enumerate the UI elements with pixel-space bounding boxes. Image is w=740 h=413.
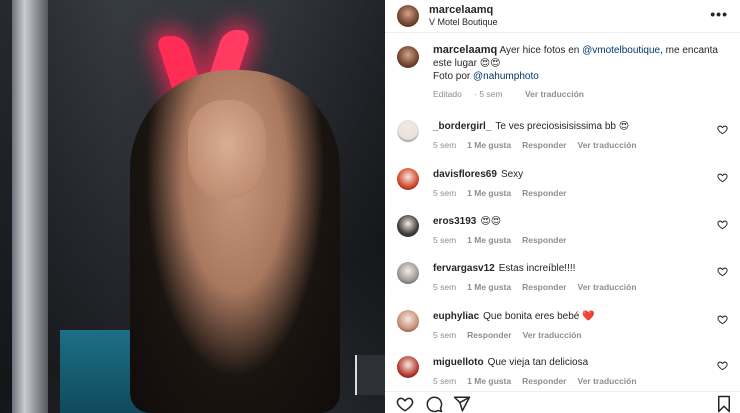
comment-username[interactable]: eros3193 [433,216,476,227]
comment-time: 5 sem [433,140,457,150]
caption-meta: Editado · 5 sem Ver traducción [433,89,732,99]
comment-text: euphyliac Que bonita eres bebé ❤️ [433,310,732,323]
heart-icon[interactable] [396,395,414,413]
bookmark-icon[interactable] [715,395,733,413]
translate-link[interactable]: Ver traducción [578,376,637,386]
avatar[interactable] [397,310,419,332]
comment-text: fervargasv12 Estas increíble!!!! [433,262,732,275]
comment-username[interactable]: _bordergirl_ [433,121,491,132]
reply-button[interactable]: Responder [522,376,566,386]
translate-link[interactable]: Ver traducción [525,89,584,99]
comment-likes[interactable]: 1 Me gusta [467,282,511,292]
post-photo[interactable] [0,0,385,413]
avatar[interactable] [397,215,419,237]
translate-link[interactable]: Ver traducción [523,330,582,340]
heart-icon[interactable] [717,360,728,371]
comment-meta: 5 sem 1 Me gusta Responder Ver traducción [433,376,732,386]
caption-text-part: Ayer hice fotos en [499,45,583,56]
caption-text: marcelaamq Ayer hice fotos en @vmotelbou… [433,44,732,83]
comment-body: 😍😍 [480,216,502,227]
person-face [188,100,266,200]
translate-link[interactable]: Ver traducción [578,140,637,150]
comment-time: 5 sem [433,188,457,198]
comment-row: euphyliac Que bonita eres bebé ❤️ 5 sem Res… [397,310,732,340]
comment-text: miguelloto Que vieja tan deliciosa [433,356,732,369]
mention-link[interactable]: @vmotelboutique [582,45,660,56]
reply-button[interactable]: Responder [522,140,566,150]
comment-meta: 5 sem 1 Me gusta Responder Ver traducción [433,140,732,150]
heart-icon[interactable] [717,219,728,230]
comment-row: davisflores69 Sexy 5 sem 1 Me gusta Responde… [397,168,732,198]
header-names: marcelaamq V Motel Boutique [429,4,498,28]
avatar[interactable] [397,168,419,190]
comment-meta: 5 sem 1 Me gusta Responder Ver traducción [433,282,732,292]
heart-icon[interactable] [717,266,728,277]
post-panel: marcelaamq V Motel Boutique ••• marcelaa… [385,0,740,413]
comment-row: miguelloto Que vieja tan deliciosa 5 sem 1 … [397,356,732,386]
comment-likes[interactable]: 1 Me gusta [467,188,511,198]
comment-likes[interactable]: 1 Me gusta [467,235,511,245]
comment-meta: 5 sem 1 Me gusta Responder [433,188,732,198]
comment-username[interactable]: davisflores69 [433,169,497,180]
reply-button[interactable]: Responder [522,235,566,245]
caption-username[interactable]: marcelaamq [433,44,497,56]
comment-body: Sexy [500,169,524,180]
reply-button[interactable]: Responder [522,282,566,292]
comment-meta: 5 sem Responder Ver traducción [433,330,732,340]
heart-icon[interactable] [717,314,728,325]
pole [12,0,48,413]
comment-text: davisflores69 Sexy [433,168,732,181]
comment-time: 5 sem [433,330,457,340]
avatar[interactable] [397,5,419,27]
translate-link[interactable]: Ver traducción [578,282,637,292]
reply-button[interactable]: Responder [522,188,566,198]
comment-username[interactable]: miguelloto [433,357,484,368]
comment-time: 5 sem [433,376,457,386]
edited-label: Editado · 5 sem [433,89,503,99]
avatar[interactable] [397,46,419,68]
post-header: marcelaamq V Motel Boutique ••• [385,0,740,33]
comment-icon[interactable] [425,395,443,413]
caption: marcelaamq Ayer hice fotos en @vmotelbou… [397,44,732,99]
comment-body: Te ves preciosisisissima bb 😍 [495,121,630,132]
comment-body: Estas increíble!!!! [498,263,576,274]
comment-username[interactable]: euphyliac [433,311,479,322]
wall-sign [355,355,385,395]
avatar[interactable] [397,356,419,378]
comment-meta: 5 sem 1 Me gusta Responder [433,235,732,245]
comment-time: 5 sem [433,282,457,292]
caption-text-part: Foto por [433,71,474,82]
comment-time: 5 sem [433,235,457,245]
comment-likes[interactable]: 1 Me gusta [467,376,511,386]
heart-icon[interactable] [717,124,728,135]
share-icon[interactable] [453,395,471,413]
comment-body: Que vieja tan deliciosa [487,357,589,368]
comment-row: eros3193 😍😍 5 sem 1 Me gusta Responder [397,215,732,245]
comment-row: fervargasv12 Estas increíble!!!! 5 sem 1 Me… [397,262,732,292]
post-username[interactable]: marcelaamq [429,4,498,16]
comment-body: Que bonita eres bebé ❤️ [483,311,595,322]
heart-icon[interactable] [717,172,728,183]
comment-username[interactable]: fervargasv12 [433,263,495,274]
avatar[interactable] [397,120,419,142]
action-bar [385,391,740,413]
avatar[interactable] [397,262,419,284]
mention-link[interactable]: @nahumphoto [473,71,539,82]
comment-likes[interactable]: 1 Me gusta [467,140,511,150]
post-location[interactable]: V Motel Boutique [429,16,498,28]
comment-text: eros3193 😍😍 [433,215,732,228]
reply-button[interactable]: Responder [467,330,511,340]
comment-row: _bordergirl_ Te ves preciosisisissima bb … [397,120,732,150]
comment-text: _bordergirl_ Te ves preciosisisissima bb … [433,120,732,133]
more-horizontal-icon[interactable]: ••• [710,6,728,22]
